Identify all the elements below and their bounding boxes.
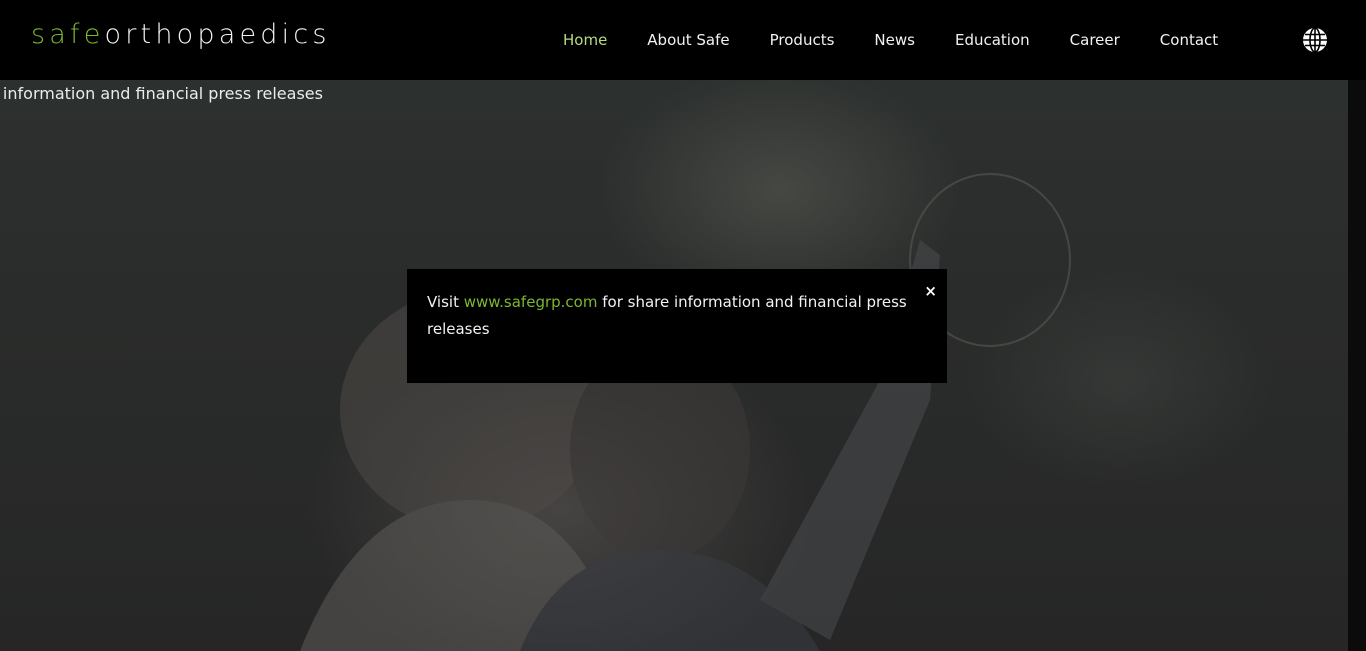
nav-about-safe[interactable]: About Safe [647,29,729,51]
site-logo[interactable]: safeorthopaedics [31,17,331,53]
modal-prefix: Visit [427,293,464,311]
nav-contact[interactable]: Contact [1160,29,1218,51]
scrollbar[interactable] [1348,80,1366,651]
modal-message: Visit www.safegrp.com for share informat… [427,289,927,343]
main-nav: Home About Safe Products News Education … [563,29,1258,51]
nav-education[interactable]: Education [955,29,1030,51]
news-ticker-text[interactable]: e information and financial press releas… [0,83,323,105]
nav-career[interactable]: Career [1070,29,1120,51]
nav-news[interactable]: News [874,29,915,51]
logo-safe-text: safe [31,19,105,50]
logo-orthopaedics-text: orthopaedics [104,19,331,50]
close-icon[interactable]: × [924,282,937,300]
safegrp-link[interactable]: www.safegrp.com [464,293,598,311]
nav-products[interactable]: Products [770,29,835,51]
globe-icon[interactable] [1302,27,1328,53]
notice-modal: Visit www.safegrp.com for share informat… [407,269,947,383]
site-header: safeorthopaedics Home About Safe Product… [0,0,1366,80]
nav-home[interactable]: Home [563,29,607,51]
